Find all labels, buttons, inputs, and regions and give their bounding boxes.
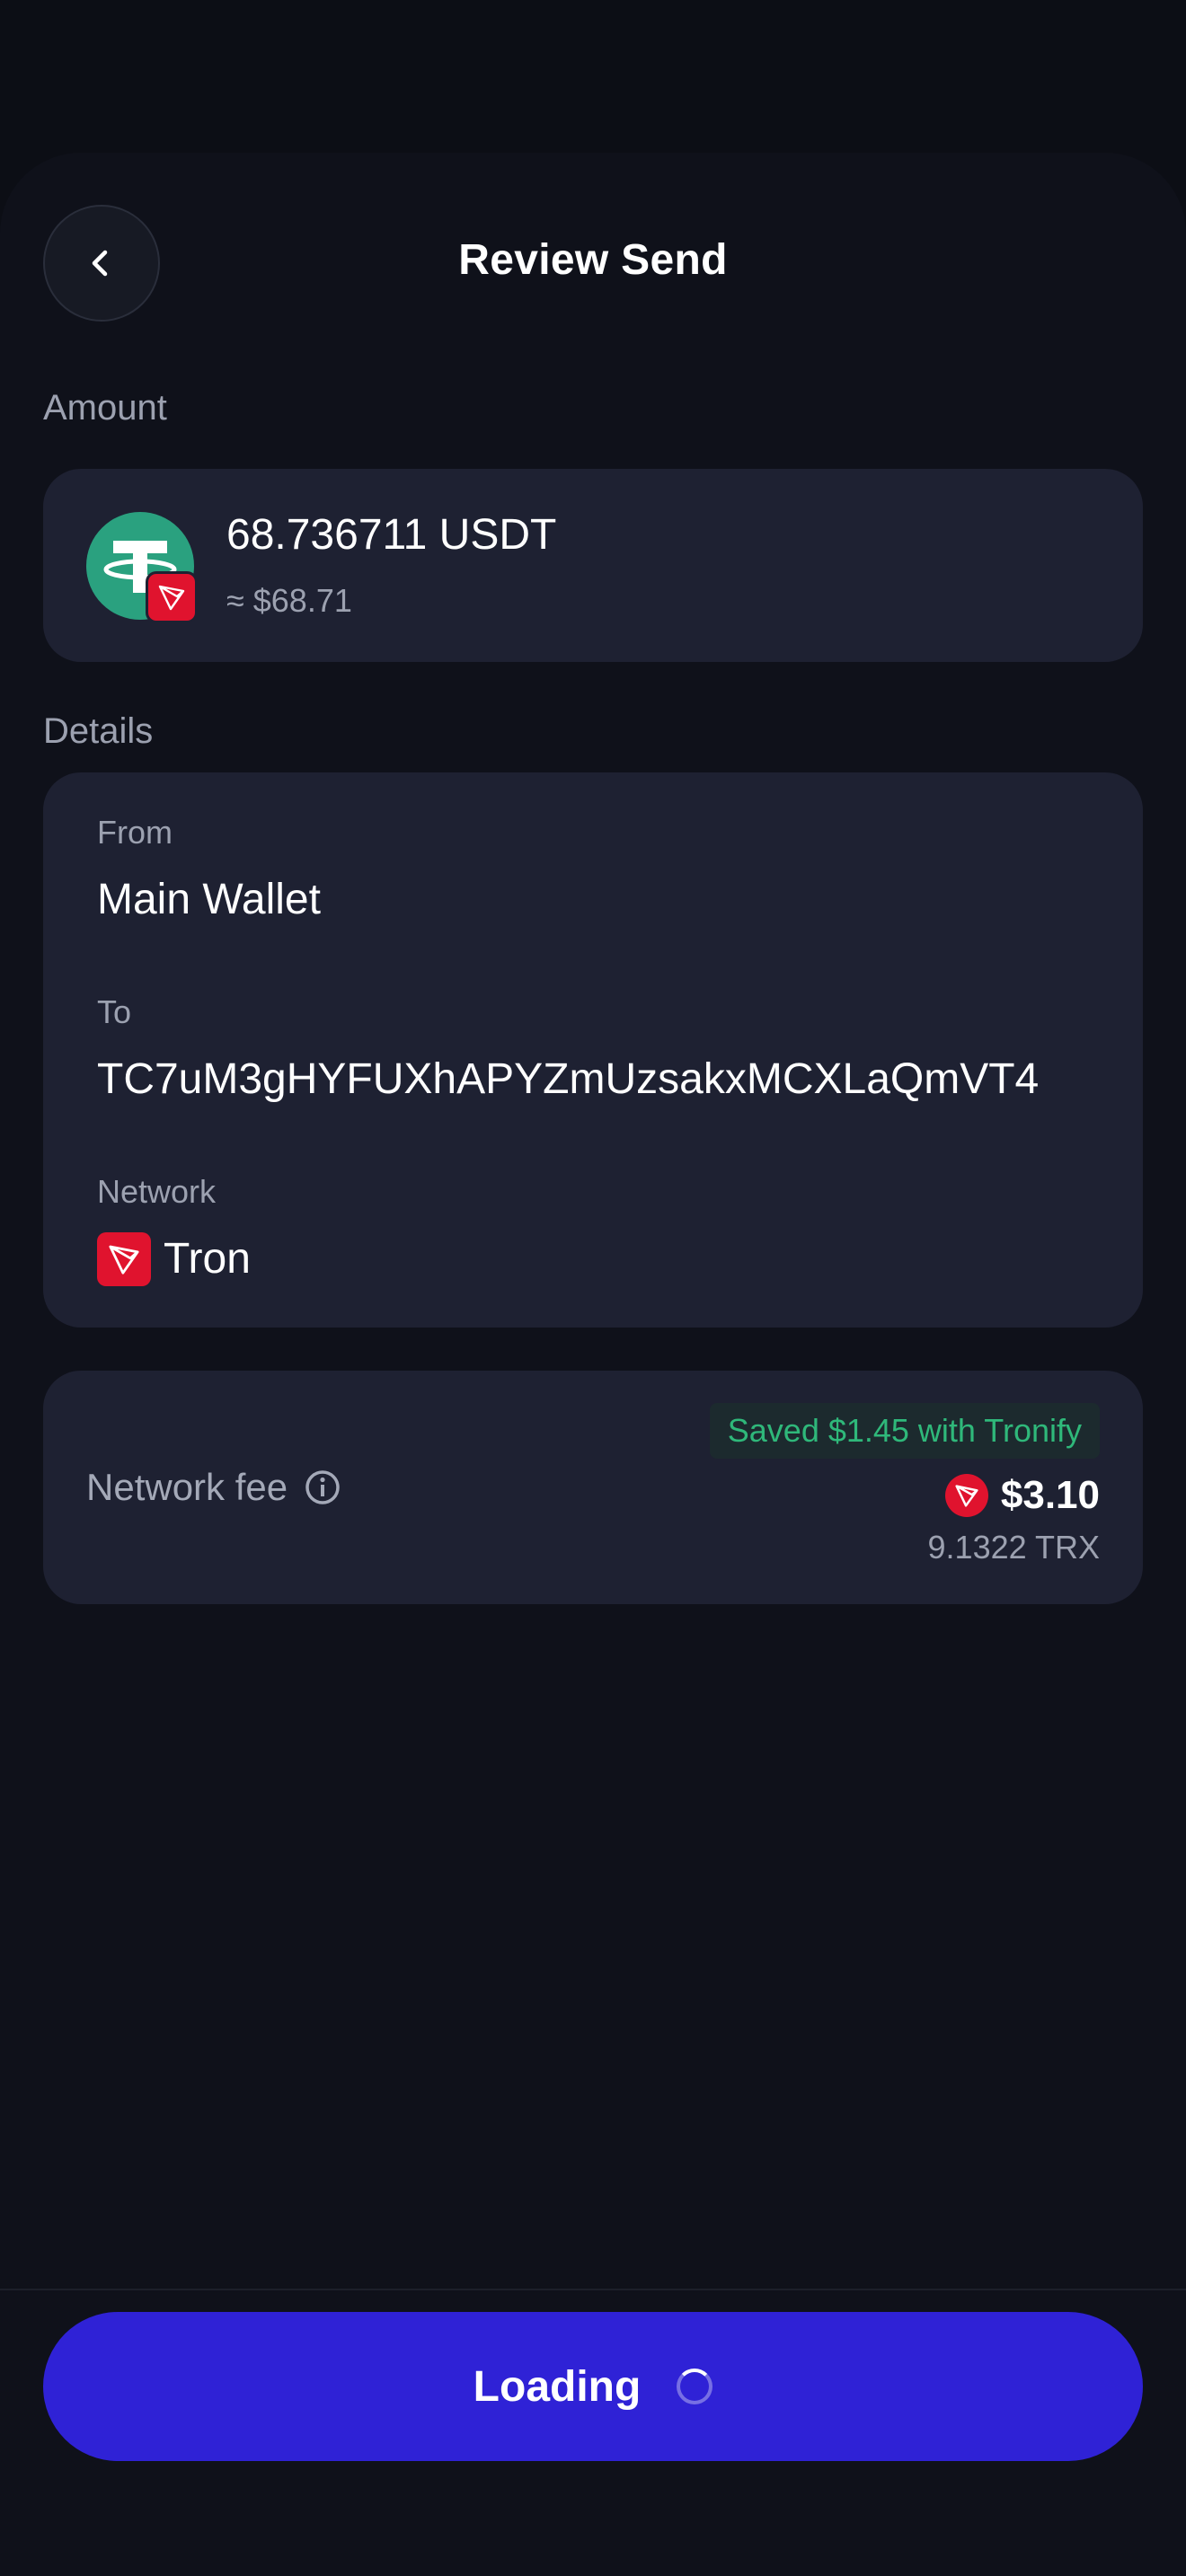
fee-usd-value: $3.10 [1000, 1473, 1100, 1517]
network-fee-card: Network fee Saved $1.45 with Tronify $3.… [43, 1371, 1143, 1604]
amount-card: 68.736711 USDT ≈ $68.71 [43, 469, 1143, 662]
fee-usd-group: $3.10 [944, 1473, 1100, 1518]
details-section-label: Details [43, 711, 154, 751]
network-fee-label-group: Network fee [86, 1466, 341, 1509]
network-fee-label: Network fee [86, 1466, 288, 1508]
to-address: TC7uM3gHYFUXhAPYZmUzsakxMCXLaQmVT4 [97, 1055, 1040, 1103]
loading-spinner-icon [677, 2369, 713, 2404]
from-label: From [97, 814, 173, 851]
amount-value: 68.736711 USDT [226, 511, 557, 559]
page-title: Review Send [458, 236, 728, 284]
tron-badge-icon [146, 571, 198, 623]
confirm-send-button[interactable]: Loading [43, 2312, 1143, 2461]
tron-icon [97, 1232, 151, 1286]
confirm-button-label: Loading [473, 2362, 642, 2411]
amount-fiat-value: ≈ $68.71 [226, 582, 352, 619]
info-icon[interactable] [304, 1469, 341, 1506]
from-value: Main Wallet [97, 876, 321, 923]
footer-divider [0, 2289, 1186, 2290]
tron-icon [944, 1474, 988, 1517]
network-value: Tron [164, 1235, 251, 1283]
amount-section-label: Amount [43, 388, 167, 428]
network-label: Network [97, 1173, 217, 1210]
fee-trx-value: 9.1322 TRX [927, 1529, 1100, 1566]
savings-badge: Saved $1.45 with Tronify [709, 1403, 1100, 1459]
details-card: From Main Wallet To TC7uM3gHYFUXhAPYZmUz… [43, 772, 1143, 1328]
to-label: To [97, 993, 132, 1030]
